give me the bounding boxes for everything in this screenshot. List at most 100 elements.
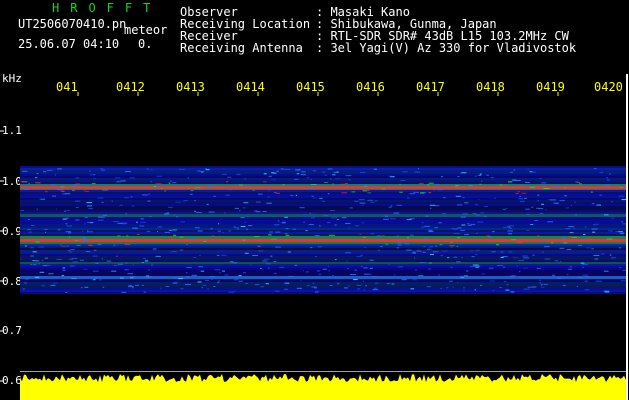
signal-speck <box>66 225 73 227</box>
signal-speck <box>307 177 310 179</box>
signal-speck <box>116 255 119 257</box>
time-tick-marks <box>77 92 559 96</box>
signal-speck <box>413 191 419 193</box>
signal-speck <box>618 247 622 249</box>
signal-speck <box>35 182 41 184</box>
signal-speck <box>66 209 70 211</box>
signal-speck <box>377 249 380 251</box>
signal-speck <box>284 233 288 235</box>
signal-speck <box>246 228 249 230</box>
signal-speck <box>252 189 255 191</box>
signal-speck <box>356 255 362 257</box>
signal-speck <box>148 193 151 195</box>
right-axis-line <box>626 74 628 400</box>
signal-speck <box>140 218 144 220</box>
signal-speck <box>226 181 229 183</box>
noise-streak <box>20 182 626 184</box>
signal-speck <box>324 182 329 183</box>
noise-streak <box>20 292 626 294</box>
signal-speck <box>381 188 386 190</box>
signal-speck <box>271 238 277 240</box>
noise-streak <box>20 280 626 282</box>
signal-speck <box>523 267 528 269</box>
signal-speck <box>496 265 503 266</box>
signal-speck <box>508 181 513 183</box>
signal-speck <box>82 236 85 238</box>
signal-speck <box>567 268 572 270</box>
signal-speck <box>166 212 170 214</box>
signal-speck <box>480 212 484 214</box>
signal-speck <box>24 245 27 247</box>
signal-speck <box>199 254 201 256</box>
signal-speck <box>430 207 432 209</box>
signal-speck <box>530 224 534 225</box>
signal-speck <box>528 262 531 264</box>
signal-speck <box>156 175 162 177</box>
signal-speck <box>180 249 184 251</box>
signal-speck <box>357 288 361 290</box>
signal-speck <box>475 249 481 251</box>
noise-streak <box>20 222 626 224</box>
signal-speck <box>620 233 625 235</box>
signal-speck <box>218 223 220 225</box>
signal-speck <box>190 190 194 192</box>
signal-speck <box>151 264 154 266</box>
signal-speck <box>580 262 585 264</box>
signal-speck <box>505 184 507 186</box>
signal-speck <box>518 198 524 200</box>
signal-speck <box>306 285 310 287</box>
signal-speck <box>213 195 216 197</box>
signal-speck <box>543 283 548 285</box>
signal-speck <box>69 265 75 267</box>
signal-speck <box>412 279 417 281</box>
signal-speck <box>193 257 196 258</box>
signal-speck <box>148 269 150 271</box>
signal-speck <box>591 248 594 250</box>
signal-speck <box>100 170 105 172</box>
signal-speck <box>208 211 215 213</box>
signal-speck <box>288 276 294 277</box>
signal-speck <box>318 273 322 275</box>
signal-speck <box>216 254 220 256</box>
signal-speck <box>243 272 246 274</box>
signal-speck <box>332 275 334 277</box>
signal-speck <box>574 201 576 203</box>
signal-speck <box>441 250 448 252</box>
signal-speck <box>606 177 608 179</box>
signal-speck <box>581 238 585 240</box>
signal-speck <box>141 262 144 263</box>
signal-speck <box>329 285 333 286</box>
signal-speck <box>233 226 236 228</box>
signal-speck <box>509 275 515 277</box>
signal-speck <box>38 263 41 265</box>
signal-speck <box>92 186 96 188</box>
signal-speck <box>455 185 459 187</box>
signal-speck <box>508 225 514 227</box>
noise-level-trace <box>20 374 626 400</box>
signal-speck <box>414 269 417 271</box>
signal-speck <box>345 175 352 177</box>
signal-speck <box>355 225 359 227</box>
signal-speck <box>554 202 559 204</box>
signal-speck <box>455 195 462 197</box>
signal-speck <box>555 185 560 187</box>
signal-speck <box>172 282 178 284</box>
signal-speck <box>283 288 288 290</box>
signal-speck <box>592 231 596 233</box>
signal-speck <box>275 231 281 233</box>
signal-speck <box>247 215 249 217</box>
noise-streak <box>20 264 626 266</box>
signal-speck <box>139 225 145 227</box>
signal-speck <box>186 272 188 274</box>
signal-speck <box>146 230 151 232</box>
noise-streak <box>20 190 626 192</box>
signal-speck <box>477 221 484 223</box>
signal-speck <box>111 200 113 202</box>
signal-speck <box>462 213 469 215</box>
signal-speck <box>531 286 537 288</box>
signal-speck <box>584 280 588 282</box>
signal-speck <box>506 284 509 286</box>
signal-speck <box>558 262 560 264</box>
signal-speck <box>131 205 135 207</box>
signal-speck <box>541 203 544 205</box>
